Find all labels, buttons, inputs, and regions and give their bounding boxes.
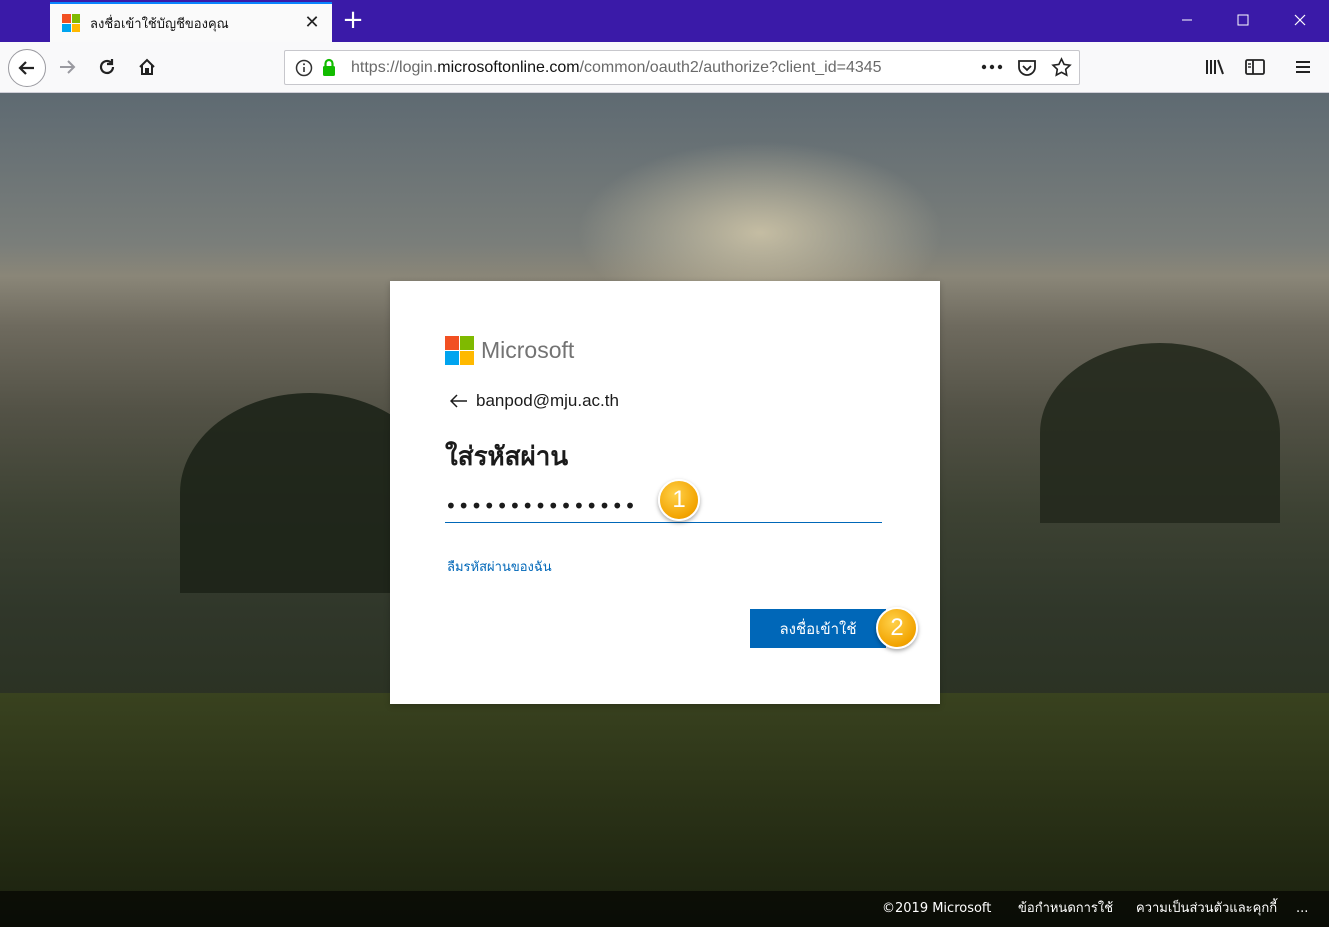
footer-copyright: ©2019 Microsoft (882, 901, 992, 916)
reload-button[interactable] (90, 50, 124, 84)
signin-card: Microsoft banpod@mju.ac.th ใส่รหัสผ่าน ล… (390, 281, 940, 704)
info-icon[interactable] (295, 59, 313, 77)
forward-arrow-icon (60, 60, 76, 74)
sidebar-button[interactable] (1238, 50, 1272, 84)
page-actions-icon[interactable] (981, 62, 1003, 72)
maximize-icon[interactable] (1214, 0, 1272, 42)
lock-icon[interactable] (321, 58, 337, 77)
tab-title: ลงชื่อเข้าใช้บัญชีของคุณ (90, 16, 229, 32)
url-bar[interactable]: https://login.microsoftonline.com/common… (284, 50, 1080, 85)
minimize-icon[interactable] (1158, 0, 1216, 42)
home-button[interactable] (130, 50, 164, 84)
footer-privacy-link[interactable]: ความเป็นส่วนตัวและคุกกี้ (1136, 891, 1277, 927)
page-title: ใส่รหัสผ่าน (445, 442, 569, 472)
identity-email: banpod@mju.ac.th (476, 391, 619, 410)
bookmark-star-icon[interactable] (1051, 57, 1072, 78)
step-marker-1: 1 (658, 479, 700, 521)
microsoft-logo-icon (445, 336, 474, 365)
footer-more-button[interactable]: ... (1296, 891, 1308, 927)
hamburger-menu-icon (1296, 61, 1310, 73)
signin-button[interactable]: ลงชื่อเข้าใช้ (750, 609, 886, 648)
browser-tab[interactable]: ลงชื่อเข้าใช้บัญชีของคุณ ✕ (50, 2, 332, 42)
microsoft-favicon-icon (62, 14, 80, 32)
library-button[interactable] (1198, 50, 1232, 84)
library-icon (1206, 59, 1224, 75)
microsoft-logo: Microsoft (445, 336, 574, 365)
sidebar-icon (1245, 59, 1265, 75)
browser-toolbar: https://login.microsoftonline.com/common… (0, 42, 1329, 93)
forgot-password-link[interactable]: ลืมรหัสผ่านของฉัน (447, 556, 552, 577)
page-footer: ©2019 Microsoft ข้อกำหนดการใช้ ความเป็นส… (0, 891, 1329, 927)
tab-close-icon[interactable]: ✕ (302, 13, 322, 33)
footer-terms-link[interactable]: ข้อกำหนดการใช้ (1018, 891, 1113, 927)
identity-banner[interactable]: banpod@mju.ac.th (450, 391, 619, 411)
home-icon (139, 58, 155, 75)
pocket-icon[interactable] (1017, 58, 1037, 78)
step-marker-2: 2 (876, 607, 918, 649)
forward-button[interactable] (50, 50, 84, 84)
new-tab-button[interactable]: + (340, 6, 366, 34)
microsoft-brand-name: Microsoft (481, 337, 575, 363)
menu-button[interactable] (1286, 50, 1320, 84)
reload-icon (99, 59, 115, 75)
browser-titlebar: ลงชื่อเข้าใช้บัญชีของคุณ ✕ + (0, 0, 1329, 42)
back-button[interactable] (8, 49, 46, 87)
close-window-icon[interactable] (1271, 0, 1329, 42)
page-content: Microsoft banpod@mju.ac.th ใส่รหัสผ่าน ล… (0, 93, 1329, 927)
background-landscape (1040, 343, 1280, 523)
back-arrow-icon (18, 61, 34, 75)
back-arrow-icon[interactable] (450, 394, 468, 408)
url-text[interactable]: https://login.microsoftonline.com/common… (351, 51, 951, 84)
